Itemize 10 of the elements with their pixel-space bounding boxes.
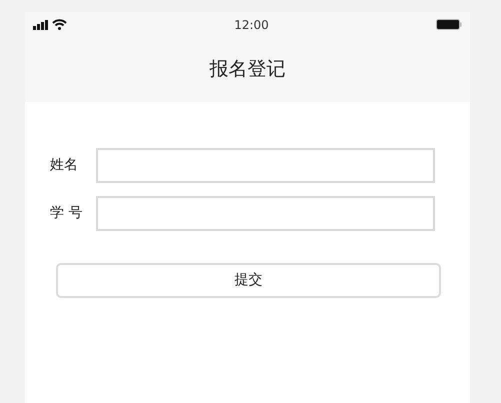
battery-icon (436, 19, 462, 30)
signal-icon (33, 20, 48, 30)
submit-button[interactable]: 提交 (56, 263, 441, 298)
input-field[interactable] (96, 196, 435, 231)
page-title: 报名登记 (210, 57, 286, 82)
status-time: 12:00 (234, 16, 269, 34)
wifi-icon (52, 19, 67, 30)
field-label: 姓名 (49, 156, 79, 175)
input-field[interactable] (96, 148, 435, 183)
field-label: 学 号 (49, 204, 84, 223)
